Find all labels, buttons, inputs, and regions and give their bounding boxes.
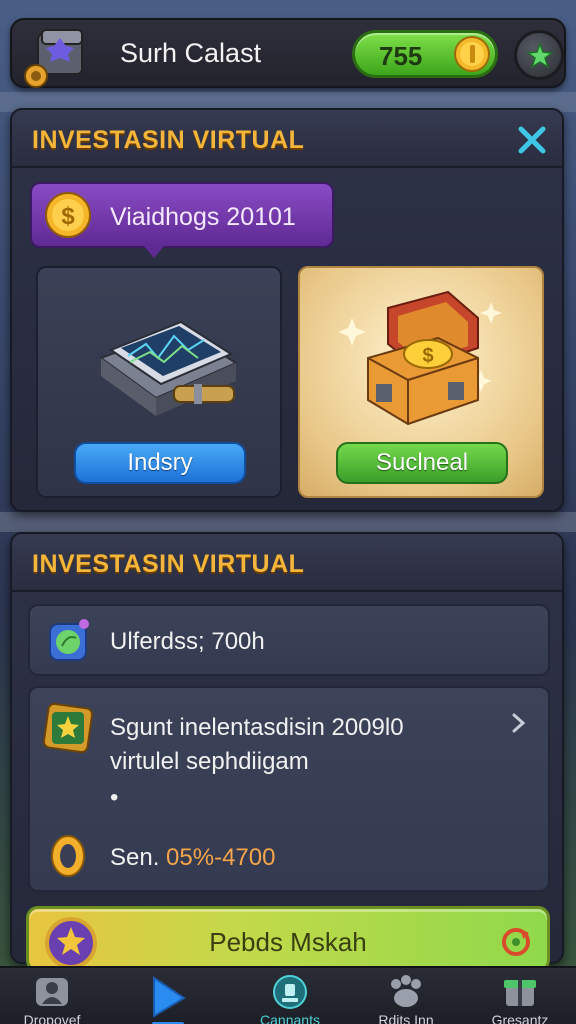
svg-text:$: $ — [422, 345, 433, 367]
investment-panel-1: INVESTASIN VIRTUAL $ Viaidhogs 20101 Ind… — [10, 108, 564, 512]
row-1-text: Ulferdss; 700h — [110, 628, 265, 655]
rate-prefix: Sen. — [110, 844, 160, 871]
dollar-coin-icon: $ — [44, 191, 92, 239]
investment-panel-2: INVESTASIN VIRTUAL Ulferdss; 700h Sgunt … — [10, 532, 564, 964]
paw-icon — [391, 975, 421, 1007]
industry-button[interactable]: Indsry — [74, 442, 246, 484]
person-icon — [36, 978, 68, 1006]
primary-action-button[interactable]: Pebds Mskah — [26, 906, 550, 972]
coin-balance[interactable]: 755 — [352, 30, 498, 78]
investment-row-2[interactable]: Sgunt inelentasdisin 2009l0 virtulel sep… — [28, 686, 550, 892]
banner-text: Viaidhogs 20101 — [110, 203, 296, 231]
refresh-icon[interactable] — [499, 925, 533, 959]
svg-text:$: $ — [61, 203, 75, 230]
treasure-button[interactable]: Suclneal — [336, 442, 508, 484]
bottom-nav: Dropovef Cannants Rdits Inn Gresantz — [0, 966, 576, 1024]
nav-item-dropovef[interactable]: Dropovef — [2, 968, 102, 1024]
treasure-chest-icon: $ — [328, 288, 518, 428]
chevron-right-icon[interactable] — [510, 712, 528, 734]
add-star-button[interactable] — [514, 30, 564, 80]
row-3-rate: Sen. 05%-4700 — [110, 844, 275, 872]
coin-value: 755 — [379, 41, 423, 71]
nav-label: Gresantz — [491, 1012, 549, 1024]
player-name: Surh Calast — [120, 38, 262, 68]
nav-item-cannants[interactable]: Cannants — [240, 968, 340, 1024]
treasure-card[interactable]: $ Suclneal — [298, 266, 544, 498]
panel-1-title: INVESTASIN VIRTUAL — [32, 126, 305, 154]
investment-row-1[interactable]: Ulferdss; 700h — [28, 604, 550, 676]
play-arrow-icon — [152, 976, 186, 1024]
rate-value: 05%-4700 — [166, 844, 276, 871]
virtual-balance-banner: $ Viaidhogs 20101 — [30, 182, 334, 258]
panel-2-header: INVESTASIN VIRTUAL — [12, 534, 562, 592]
row-2-bullet: • — [110, 784, 119, 811]
gift-icon — [504, 980, 536, 1006]
nav-item-rdits-inn[interactable]: Rdits Inn — [356, 968, 456, 1024]
profile-chest-icon[interactable] — [24, 24, 94, 90]
gold-ring-icon — [44, 832, 94, 882]
tablet-chart-icon — [66, 288, 256, 428]
industry-card[interactable]: Indsry — [36, 266, 282, 498]
coin-icon — [453, 35, 491, 73]
star-badge-icon — [42, 702, 94, 754]
nav-label: Dropovef — [23, 1012, 81, 1024]
nav-label: Cannants — [260, 1012, 320, 1024]
row-2-line-2: virtulel sephdiigam — [110, 748, 309, 775]
panel-1-header: INVESTASIN VIRTUAL — [12, 110, 562, 168]
leaf-gem-icon — [44, 616, 94, 666]
top-bar: Surh Calast 755 — [10, 18, 566, 88]
nav-label: Rdits Inn — [378, 1012, 434, 1024]
nav-item-play[interactable] — [118, 968, 218, 1024]
nav-item-gresantz[interactable]: Gresantz — [470, 968, 570, 1024]
cta-label: Pebds Mskah — [209, 927, 367, 957]
panel-2-title: INVESTASIN VIRTUAL — [32, 550, 305, 578]
row-2-line-1: Sgunt inelentasdisin 2009l0 — [110, 714, 404, 741]
trophy-icon — [273, 975, 307, 1009]
star-plus-icon — [526, 42, 554, 69]
close-icon[interactable] — [516, 124, 548, 156]
